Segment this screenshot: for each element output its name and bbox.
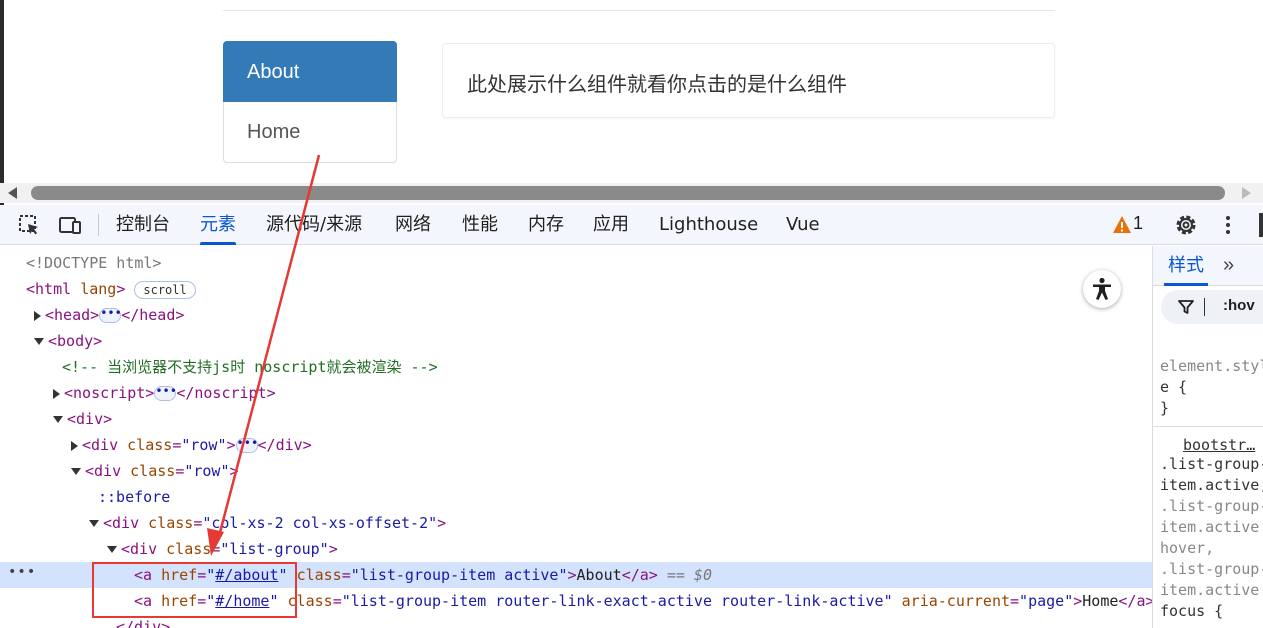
- scroll-left-arrow-icon[interactable]: [8, 187, 17, 199]
- collapse-arrow-icon[interactable]: [89, 520, 99, 527]
- tab-application[interactable]: 应用: [593, 205, 629, 245]
- style-line: e {: [1160, 378, 1188, 396]
- tab-performance[interactable]: 性能: [462, 205, 498, 245]
- tree-line-a-about-selected[interactable]: <a href="#/about" class="list-group-item…: [0, 562, 1152, 588]
- about-href-link[interactable]: #/about: [215, 566, 278, 584]
- collapse-arrow-icon[interactable]: [34, 338, 44, 345]
- tree-line-div-row-1[interactable]: <div class="row">•••</div>: [0, 432, 1152, 458]
- scrollbar-thumb[interactable]: [31, 186, 1225, 200]
- style-selector: item.active:: [1160, 518, 1263, 536]
- tree-line-div-close[interactable]: </div>: [0, 614, 1152, 628]
- warning-icon[interactable]: [1112, 215, 1132, 235]
- home-href-link[interactable]: #/home: [215, 592, 269, 610]
- row-actions-icon[interactable]: •••: [8, 564, 36, 580]
- selected-node-marker: == $0: [666, 566, 712, 584]
- style-selector: focus {: [1160, 602, 1224, 620]
- more-options-icon[interactable]: [1216, 213, 1240, 237]
- ellipsis-badge[interactable]: •••: [235, 437, 258, 453]
- about-link[interactable]: About: [223, 41, 397, 102]
- styles-divider: [1153, 426, 1263, 427]
- collapse-arrow-icon[interactable]: [53, 416, 63, 423]
- inspect-element-icon[interactable]: [17, 213, 41, 237]
- styles-pane: 样式 » :hov element.styl e { } bootstr… .l…: [1152, 246, 1263, 628]
- tree-line-div-list-group[interactable]: <div class="list-group">: [0, 536, 1152, 562]
- window-edge: [0, 0, 4, 205]
- tree-line-doctype[interactable]: <!DOCTYPE html>: [0, 250, 1152, 276]
- tree-line-a-home[interactable]: <a href="#/home" class="list-group-item …: [0, 588, 1152, 614]
- ellipsis-badge[interactable]: •••: [99, 307, 122, 323]
- more-tabs-icon[interactable]: »: [1223, 254, 1234, 277]
- stylesheet-source-link[interactable]: bootstr…: [1183, 436, 1255, 454]
- page-viewport: About Home 此处展示什么组件就看你点击的是什么组件: [0, 0, 1263, 205]
- home-link[interactable]: Home: [223, 102, 397, 163]
- device-toolbar-icon[interactable]: [58, 213, 82, 237]
- style-selector: .list-group-: [1160, 497, 1263, 515]
- elements-tree: <!DOCTYPE html> <html lang> scroll <head…: [0, 246, 1152, 628]
- collapse-arrow-icon[interactable]: [107, 546, 117, 553]
- style-selector: .list-group-: [1160, 560, 1263, 578]
- tab-sources[interactable]: 源代码/来源: [266, 205, 362, 245]
- styles-filter-bar[interactable]: :hov: [1161, 290, 1263, 324]
- style-selector: item.active,: [1160, 476, 1263, 494]
- close-edge: [1259, 213, 1263, 237]
- expand-arrow-icon[interactable]: [53, 388, 60, 399]
- style-line: element.styl: [1160, 357, 1263, 375]
- scroll-badge[interactable]: scroll: [134, 280, 196, 299]
- accessibility-icon: [1093, 277, 1111, 300]
- ellipsis-badge[interactable]: •••: [154, 385, 177, 401]
- tree-line-body[interactable]: <body>: [0, 328, 1152, 354]
- settings-gear-icon[interactable]: [1174, 213, 1198, 237]
- tree-line-div-col[interactable]: <div class="col-xs-2 col-xs-offset-2">: [0, 510, 1152, 536]
- tree-line-head[interactable]: <head>•••</head>: [0, 302, 1152, 328]
- tree-line-div-row-2[interactable]: <div class="row">: [0, 458, 1152, 484]
- tree-line-html[interactable]: <html lang> scroll: [0, 276, 1152, 302]
- devtools-panel: 控制台 元素 源代码/来源 网络 性能 内存 应用 Lighthouse Vue…: [0, 205, 1263, 628]
- content-panel: 此处展示什么组件就看你点击的是什么组件: [442, 43, 1055, 118]
- hov-toggle[interactable]: :hov: [1223, 297, 1255, 314]
- divider: [223, 10, 1055, 11]
- expand-arrow-icon[interactable]: [71, 440, 78, 451]
- tab-lighthouse[interactable]: Lighthouse: [659, 205, 758, 245]
- tree-line-div[interactable]: <div>: [0, 406, 1152, 432]
- tab-console[interactable]: 控制台: [116, 205, 170, 245]
- style-selector: item.active:: [1160, 581, 1263, 599]
- style-selector: .list-group-: [1160, 455, 1263, 473]
- collapse-arrow-icon[interactable]: [71, 468, 81, 475]
- tab-styles[interactable]: 样式: [1164, 246, 1208, 286]
- accessibility-tree-button[interactable]: [1083, 270, 1121, 308]
- tree-line-noscript[interactable]: <noscript>•••</noscript>: [0, 380, 1152, 406]
- tree-line-before[interactable]: ::before: [0, 484, 1152, 510]
- style-line: }: [1160, 399, 1170, 417]
- devtools-toolbar: 控制台 元素 源代码/来源 网络 性能 内存 应用 Lighthouse Vue…: [0, 205, 1263, 245]
- tab-network[interactable]: 网络: [395, 205, 431, 245]
- warning-count[interactable]: 1: [1133, 213, 1143, 234]
- style-selector: hover,: [1160, 539, 1215, 557]
- filter-icon[interactable]: [1178, 299, 1194, 315]
- styles-tabbar: 样式 »: [1153, 246, 1263, 286]
- tab-elements[interactable]: 元素: [200, 205, 236, 245]
- horizontal-scrollbar[interactable]: [0, 183, 1263, 203]
- scroll-right-arrow-icon[interactable]: [1242, 187, 1251, 199]
- filter-cursor: [1204, 298, 1205, 316]
- tree-line-comment[interactable]: <!-- 当浏览器不支持js时 noscript就会被渲染 -->: [0, 354, 1152, 380]
- tab-memory[interactable]: 内存: [528, 205, 564, 245]
- tab-vue[interactable]: Vue: [786, 205, 820, 245]
- expand-arrow-icon[interactable]: [34, 310, 41, 321]
- panel-text: 此处展示什么组件就看你点击的是什么组件: [467, 74, 847, 96]
- toolbar-separator: [98, 214, 99, 236]
- list-group: About Home: [223, 41, 397, 163]
